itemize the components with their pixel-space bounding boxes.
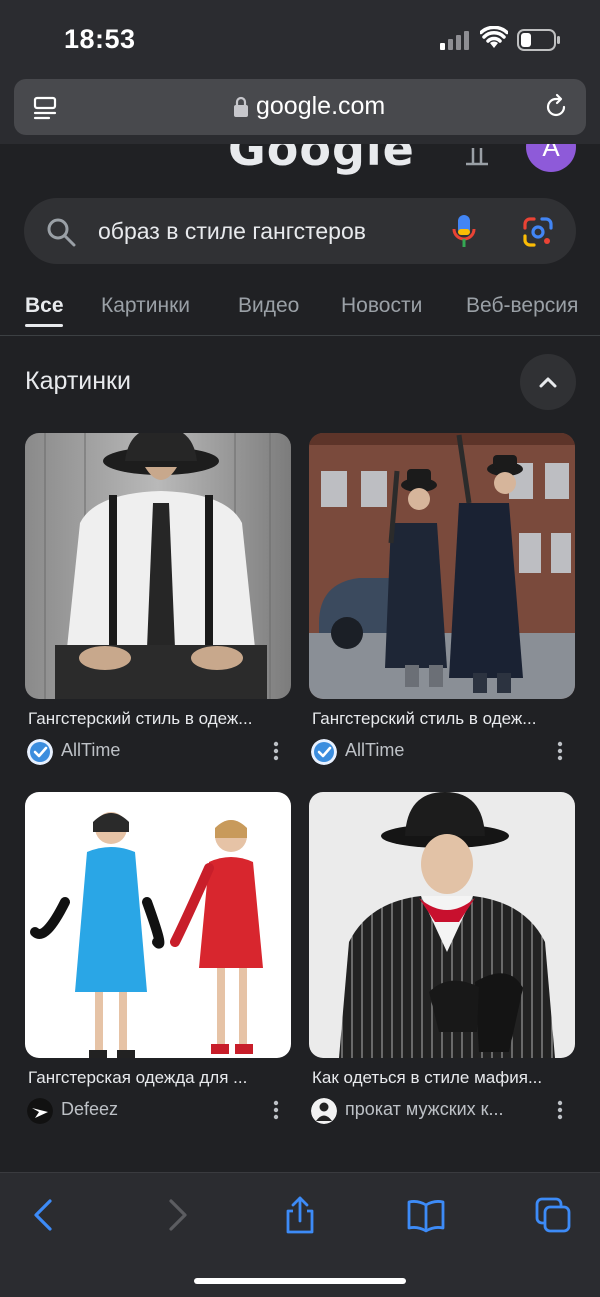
- share-icon[interactable]: [280, 1195, 320, 1235]
- back-icon[interactable]: [25, 1195, 65, 1235]
- google-header: Google A: [0, 144, 600, 178]
- forward-icon[interactable]: [156, 1195, 196, 1235]
- chevron-up-icon: [539, 377, 557, 388]
- bookmarks-icon[interactable]: [406, 1195, 446, 1235]
- result-thumbnail[interactable]: [309, 792, 575, 1058]
- result-thumbnail[interactable]: [25, 792, 291, 1058]
- url-text: google.com: [256, 92, 386, 120]
- source-name: Defeez: [61, 1099, 119, 1119]
- google-logo[interactable]: Google: [228, 144, 415, 176]
- alltime-icon: [311, 739, 337, 765]
- more-options-icon[interactable]: [273, 741, 279, 761]
- alltime-icon: [27, 739, 53, 765]
- rental-icon: [311, 1098, 337, 1124]
- result-thumbnail[interactable]: [25, 433, 291, 699]
- more-options-icon[interactable]: [557, 741, 563, 761]
- tab-images[interactable]: Картинки: [101, 294, 190, 318]
- search-tabs: Все Картинки Видео Новости Веб-версия: [0, 288, 600, 336]
- flapper-dresses-photo: [25, 792, 291, 1058]
- peaky-blinders-street-photo: [309, 433, 575, 699]
- defeez-icon: [27, 1098, 53, 1124]
- search-icon: [47, 218, 76, 247]
- pinstripe-suit-photo: [309, 792, 575, 1058]
- source-name: прокат мужских к...: [345, 1099, 504, 1119]
- images-section-title: Картинки: [25, 367, 131, 395]
- home-indicator: [194, 1278, 406, 1284]
- result-source[interactable]: Defeez: [27, 1096, 289, 1124]
- gangster-suspenders-photo: [25, 433, 291, 699]
- tab-web[interactable]: Веб-версия: [466, 294, 578, 318]
- browser-address-area: google.com: [0, 74, 600, 144]
- more-options-icon[interactable]: [557, 1100, 563, 1120]
- tab-all[interactable]: Все: [25, 294, 64, 318]
- lock-icon: [234, 96, 248, 117]
- result-thumbnail[interactable]: [309, 433, 575, 699]
- active-tab-indicator: [25, 324, 63, 327]
- result-caption[interactable]: Гангстерская одежда для ...: [28, 1068, 290, 1088]
- cellular-signal-icon: [440, 31, 469, 50]
- result-source[interactable]: AllTime: [311, 737, 573, 765]
- search-query-input[interactable]: образ в стиле гангстеров: [98, 218, 366, 245]
- tabs-overview-icon[interactable]: [533, 1195, 573, 1235]
- result-caption[interactable]: Гангстерский стиль в одеж...: [28, 709, 290, 729]
- source-name: AllTime: [345, 740, 405, 760]
- battery-icon: [517, 29, 560, 51]
- search-box[interactable]: образ в стиле гангстеров: [24, 198, 576, 264]
- google-lens-icon[interactable]: [522, 216, 554, 248]
- tab-news[interactable]: Новости: [341, 294, 422, 318]
- wifi-icon: [480, 26, 508, 48]
- result-caption[interactable]: Как одеться в стиле мафия...: [312, 1068, 574, 1088]
- address-bar[interactable]: google.com: [14, 79, 586, 135]
- status-bar: 18:53: [0, 0, 600, 74]
- result-source[interactable]: AllTime: [27, 737, 289, 765]
- status-time: 18:53: [64, 24, 136, 54]
- collapse-section-button[interactable]: [520, 354, 576, 410]
- tab-video[interactable]: Видео: [238, 294, 299, 318]
- reload-icon[interactable]: [542, 93, 570, 121]
- page-menu-icon[interactable]: [32, 94, 60, 122]
- labs-flask-icon[interactable]: [464, 144, 490, 166]
- result-caption[interactable]: Гангстерский стиль в одеж...: [312, 709, 574, 729]
- more-options-icon[interactable]: [273, 1100, 279, 1120]
- result-source[interactable]: прокат мужских к...: [311, 1096, 573, 1124]
- source-name: AllTime: [61, 740, 121, 760]
- account-avatar[interactable]: A: [526, 144, 576, 172]
- voice-search-mic-icon[interactable]: [452, 214, 476, 248]
